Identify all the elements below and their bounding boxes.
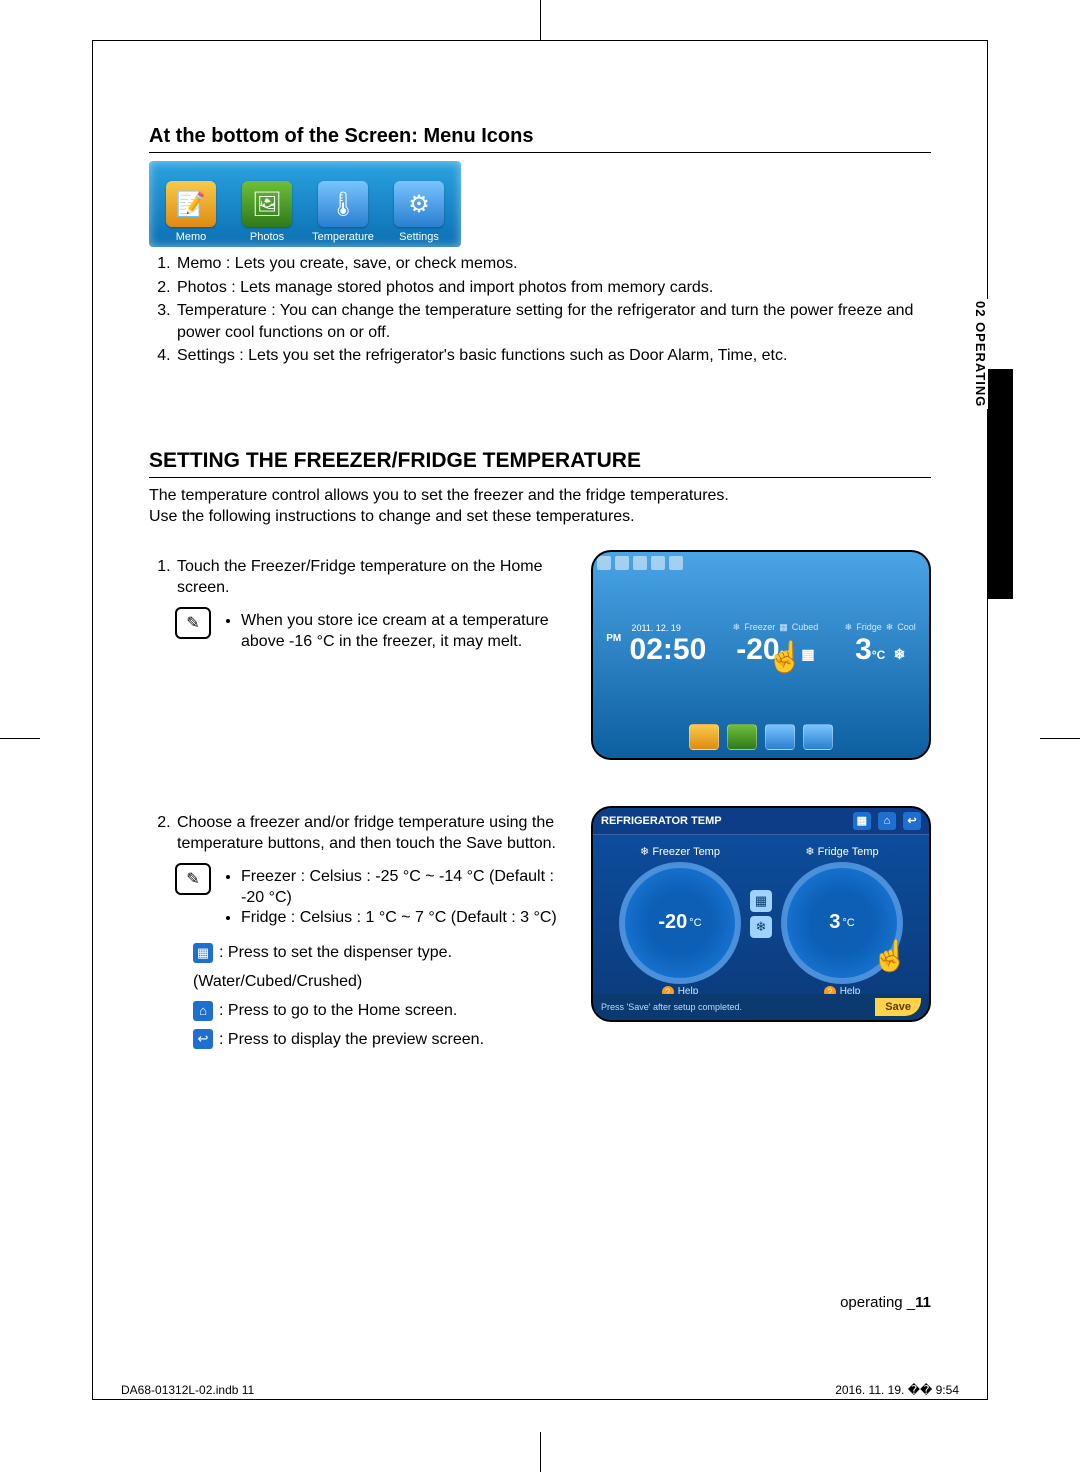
save-button: Save	[875, 998, 921, 1016]
menu-label: Memo	[176, 231, 207, 243]
heading-menu-icons: At the bottom of the Screen: Menu Icons	[149, 125, 931, 153]
step2-row: Choose a freezer and/or fridge temperatu…	[149, 806, 931, 1055]
list-item: Temperature : You can change the tempera…	[175, 300, 931, 345]
menu-item-memo: 📝 Memo	[153, 181, 229, 243]
step1-text: Touch the Freezer/Fridge temperature on …	[149, 550, 577, 653]
tag-cubed: Cubed	[792, 622, 819, 633]
unit: °C	[689, 917, 701, 929]
menu-item-settings: ⚙ Settings	[381, 181, 457, 243]
dispenser-icon: ▦	[853, 812, 871, 830]
list-item: Freezer : Celsius : -25 °C ~ -14 °C (Def…	[241, 867, 577, 909]
temperature-icon: 🌡	[318, 181, 368, 227]
note-block: ✎ When you store ice cream at a temperat…	[175, 607, 577, 653]
crop-mark	[540, 1432, 541, 1472]
page-number: 11	[915, 1294, 931, 1311]
step-list: Touch the Freezer/Fridge temperature on …	[149, 556, 577, 601]
footer-section-label: operating _	[840, 1294, 915, 1311]
tag-fridge: Fridge	[856, 622, 882, 633]
intro-text: The temperature control allows you to se…	[149, 486, 931, 528]
dispenser-icon: ▦	[193, 943, 213, 963]
list-item: Memo : Lets you create, save, or check m…	[175, 253, 931, 277]
print-file-name: DA68-01312L-02.indb 11	[121, 1383, 254, 1397]
list-item: Touch the Freezer/Fridge temperature on …	[175, 556, 577, 601]
note-block: ✎ Freezer : Celsius : -25 °C ~ -14 °C (D…	[175, 863, 577, 929]
settings-icon: ⚙	[394, 181, 444, 227]
tag-freezer: Freezer	[744, 622, 775, 633]
step1-row: Touch the Freezer/Fridge temperature on …	[149, 550, 931, 760]
fridge-temp: 3	[829, 911, 840, 934]
bottom-icons	[593, 716, 929, 758]
screen-title: REFRIGERATOR TEMP	[601, 815, 722, 827]
icon-help-text: : Press to set the dispenser type. (Wate…	[193, 944, 452, 990]
settings-icon	[803, 724, 833, 750]
freezer-temp: -20	[658, 911, 687, 934]
print-timestamp: 2016. 11. 19. �� 9:54	[835, 1383, 959, 1397]
menu-bar-figure: 📝 Memo 🖼 Photos 🌡 Temperature ⚙ Settings	[149, 161, 461, 247]
freezer-dial-label: Freezer Temp	[652, 846, 720, 858]
note-icon: ✎	[175, 607, 211, 639]
fridge-dial-label: Fridge Temp	[818, 846, 879, 858]
unit: °C	[842, 917, 854, 929]
hand-pointer-icon: ☝	[872, 939, 909, 974]
center-icons: ▦❄	[743, 889, 779, 939]
thumb-index-tab	[988, 369, 1013, 599]
back-icon: ↩	[193, 1029, 213, 1049]
photos-icon	[727, 724, 757, 750]
note-icon: ✎	[175, 863, 211, 895]
list-item: Choose a freezer and/or fridge temperatu…	[175, 812, 577, 857]
icon-help-text: : Press to display the preview screen.	[219, 1031, 484, 1048]
unit: °C	[872, 648, 885, 662]
temperature-icon	[765, 724, 795, 750]
icon-help-text: : Press to go to the Home screen.	[219, 1002, 457, 1019]
menu-item-temperature: 🌡 Temperature	[305, 181, 381, 243]
page-outer: 02 OPERATING At the bottom of the Screen…	[0, 0, 1080, 1472]
home-icon: ⌂	[193, 1001, 213, 1021]
menu-item-photos: 🖼 Photos	[229, 181, 305, 243]
fridge-temp: 3	[855, 633, 872, 666]
menu-label: Settings	[399, 231, 439, 243]
hand-pointer-icon: ☝	[767, 640, 804, 675]
note-list: Freezer : Celsius : -25 °C ~ -14 °C (Def…	[221, 867, 577, 929]
menu-label: Temperature	[312, 231, 374, 243]
footnote-text: Press 'Save' after setup completed.	[601, 1002, 742, 1012]
content: At the bottom of the Screen: Menu Icons …	[149, 125, 931, 1054]
heading-setting-temperature: SETTING THE FREEZER/FRIDGE TEMPERATURE	[149, 449, 931, 478]
step2-text: Choose a freezer and/or fridge temperatu…	[149, 806, 577, 1055]
list-item: Photos : Lets manage stored photos and i…	[175, 277, 931, 301]
side-tab-operating: 02 OPERATING	[973, 299, 988, 409]
icon-help-list: ▦: Press to set the dispenser type. (Wat…	[193, 939, 577, 1054]
time-text: 02:50	[630, 633, 707, 666]
home-icon: ⌂	[878, 812, 896, 830]
page-frame: 02 OPERATING At the bottom of the Screen…	[92, 40, 988, 1400]
page-footer: operating _11	[149, 1294, 931, 1311]
back-icon: ↩	[903, 812, 921, 830]
status-bar	[593, 552, 929, 574]
menu-description-list: Memo : Lets you create, save, or check m…	[149, 253, 931, 369]
step-list: Choose a freezer and/or fridge temperatu…	[149, 812, 577, 857]
menu-label: Photos	[250, 231, 284, 243]
ampm: PM	[606, 633, 621, 644]
memo-icon: 📝	[166, 181, 216, 227]
figure-home-screen: 2011. 12. 19 PM 02:50 ❄ Freezer ▦ Cubed …	[591, 550, 931, 760]
date-text: 2011. 12. 19	[606, 623, 706, 633]
note-list: When you store ice cream at a temperatur…	[221, 611, 577, 653]
photos-icon: 🖼	[242, 181, 292, 227]
crop-mark	[1040, 738, 1080, 739]
tag-cool: Cool	[897, 622, 916, 633]
list-item: Settings : Lets you set the refrigerator…	[175, 345, 931, 369]
list-item: When you store ice cream at a temperatur…	[241, 611, 577, 653]
figure-temp-screen: REFRIGERATOR TEMP ▦ ⌂ ↩ ❄ Freezer Temp -…	[591, 806, 931, 1022]
intro-line: The temperature control allows you to se…	[149, 487, 729, 504]
memo-icon	[689, 724, 719, 750]
crop-mark	[540, 0, 541, 40]
crop-mark	[0, 738, 40, 739]
freezer-dial: -20°C	[619, 862, 741, 984]
intro-line: Use the following instructions to change…	[149, 508, 635, 525]
list-item: Fridge : Celsius : 1 °C ~ 7 °C (Default …	[241, 908, 577, 929]
